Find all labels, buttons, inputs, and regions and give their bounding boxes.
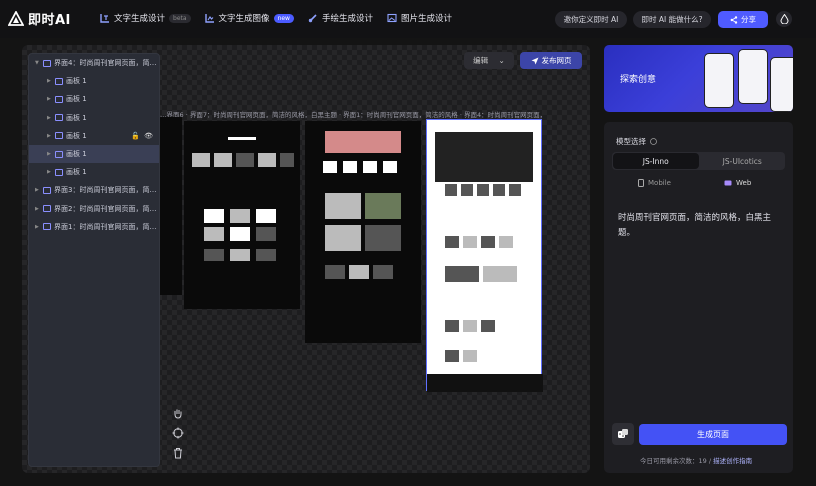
generation-panel: 模型选择 JS-Inno JS-UIcotics Mobile Web 时尚周刊…: [604, 122, 793, 473]
layer-artboard[interactable]: ▶ 画板 1: [29, 163, 159, 181]
artboard-icon: [55, 150, 63, 158]
logo-icon: [8, 10, 24, 26]
generate-button[interactable]: 生成页面: [639, 424, 787, 445]
main-nav: 文字生成设计 beta 文字生成图像 new 手绘生成设计 图片生成设计: [100, 12, 452, 24]
layer-artboard-selected[interactable]: ▶ 画板 1: [29, 144, 159, 164]
model-js-inno[interactable]: JS-Inno: [613, 153, 699, 169]
share-button[interactable]: 分享: [718, 11, 768, 28]
layer-page-1[interactable]: ▶ 界面1：时尚周刊官网页面，简…: [29, 218, 159, 236]
caret-right-icon: ▶: [47, 114, 51, 121]
design-canvas[interactable]: …界面6 · 界面7：时尚周刊官网页面，简洁的风格，白黑主题 · 界面1：时尚周…: [22, 45, 590, 473]
layer-artboard[interactable]: ▶ 画板 1: [29, 109, 159, 127]
caret-right-icon: ▶: [47, 151, 51, 158]
send-icon: [531, 57, 538, 64]
artboard-icon: [55, 95, 63, 103]
caret-right-icon: ▶: [35, 223, 39, 230]
device-mobile[interactable]: Mobile: [638, 179, 671, 187]
page-icon: [43, 186, 51, 194]
invite-button[interactable]: 邀你定义即时 AI: [555, 11, 627, 28]
artboard-icon: [55, 168, 63, 176]
logo-text: 即时AI: [28, 13, 71, 28]
image-icon: [204, 14, 214, 23]
nav-text-to-design[interactable]: 文字生成设计 beta: [100, 12, 191, 24]
frame-page-1[interactable]: [305, 121, 421, 343]
drop-icon[interactable]: [776, 11, 792, 27]
page-icon: [43, 59, 51, 67]
artboard-icon: [55, 77, 63, 85]
hand-icon[interactable]: [172, 407, 184, 419]
mobile-icon: [638, 179, 644, 187]
picture-icon: [387, 13, 397, 23]
top-bar: 即时AI 文字生成设计 beta 文字生成图像 new 手绘生成设计 图片生成设…: [0, 0, 816, 38]
layer-artboard[interactable]: ▶ 画板 1: [29, 90, 159, 108]
layers-panel: ▼ 界面4：时尚周刊官网页面，简… ▶ 画板 1 ▶ 画板 1 ▶ 画板 1 ▶ 画板 1…: [28, 53, 160, 467]
new-badge: new: [273, 13, 294, 23]
quota-info: 今日可用剩余次数：19 / 描述创作指南: [640, 457, 753, 465]
model-js-uicotics[interactable]: JS-UIcotics: [700, 152, 786, 170]
artboard-icon: [55, 114, 63, 122]
capability-button[interactable]: 即时 AI 能做什么?: [633, 11, 711, 28]
model-label: 模型选择: [616, 136, 657, 147]
caret-down-icon: ▼: [35, 60, 39, 67]
banner-text: 探索创意: [620, 75, 657, 85]
random-button[interactable]: [612, 423, 634, 445]
help-icon[interactable]: [650, 138, 657, 145]
caret-right-icon: ▶: [35, 205, 39, 212]
canvas-tools: [172, 407, 184, 459]
publish-button[interactable]: 发布网页: [520, 52, 582, 69]
page-icon: [43, 205, 51, 213]
guide-link[interactable]: 描述创作指南: [713, 457, 752, 465]
caret-right-icon: ▶: [47, 169, 51, 176]
caret-right-icon: ▶: [47, 132, 51, 139]
beta-badge: beta: [169, 13, 191, 23]
phone-mockup: [770, 57, 793, 112]
phone-mockup: [738, 49, 768, 104]
target-icon[interactable]: [172, 427, 184, 439]
unlock-icon[interactable]: 🔓: [131, 132, 140, 140]
caret-right-icon: ▶: [47, 96, 51, 103]
caret-right-icon: ▶: [47, 78, 51, 85]
prompt-text[interactable]: 时尚周刊官网页面，简洁的风格，白黑主题。: [618, 211, 783, 241]
nav-image-to-design[interactable]: 图片生成设计: [387, 12, 452, 24]
trash-icon[interactable]: [172, 447, 184, 459]
page-icon: [43, 223, 51, 231]
pen-icon: [308, 14, 317, 23]
text-design-icon: [100, 14, 109, 23]
monitor-icon: [724, 180, 732, 185]
caret-right-icon: ▶: [35, 187, 39, 194]
dice-icon: [618, 429, 628, 438]
eye-icon[interactable]: 👁: [144, 132, 153, 140]
layer-artboard[interactable]: ▶ 画板 1 🔓 👁: [29, 127, 159, 145]
artboard-icon: [55, 132, 63, 140]
frame-page-4[interactable]: [426, 119, 543, 392]
page-labels: …界面6 · 界面7：时尚周刊官网页面，简洁的风格，白黑主题 · 界面1：时尚周…: [160, 111, 544, 119]
layer-page-2[interactable]: ▶ 界面2：时尚周刊官网页面，简…: [29, 200, 159, 218]
layer-artboard[interactable]: ▶ 画板 1: [29, 72, 159, 90]
device-web[interactable]: Web: [724, 179, 751, 187]
chevron-down-icon: ⌄: [498, 56, 505, 65]
share-icon: [730, 15, 738, 24]
nav-sketch-to-design[interactable]: 手绘生成设计: [308, 12, 373, 24]
edit-dropdown[interactable]: 编辑 ⌄: [464, 52, 514, 69]
model-selector: JS-Inno JS-UIcotics: [612, 152, 785, 170]
phone-mockup: [704, 53, 734, 108]
layer-page-3[interactable]: ▶ 界面3：时尚周刊官网页面，简…: [29, 181, 159, 199]
logo[interactable]: 即时AI: [8, 9, 71, 28]
nav-text-to-image[interactable]: 文字生成图像 new: [204, 12, 294, 24]
explore-banner[interactable]: 探索创意: [604, 45, 793, 112]
frame-page-7[interactable]: [184, 121, 300, 309]
layer-page-4[interactable]: ▼ 界面4：时尚周刊官网页面，简…: [29, 54, 159, 72]
